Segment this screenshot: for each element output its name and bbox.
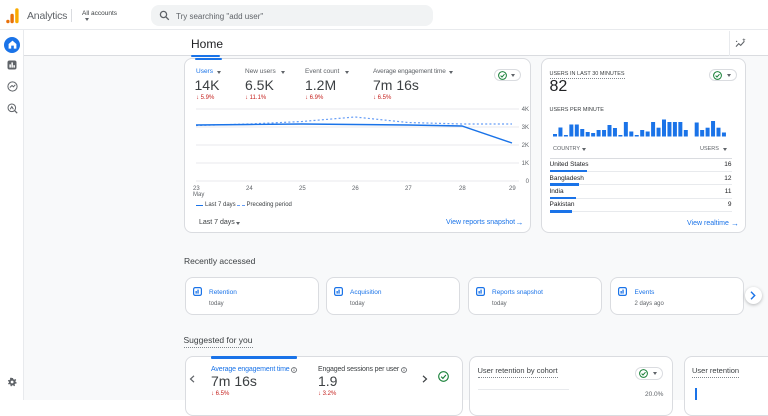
svg-text:2K: 2K	[522, 143, 529, 149]
svg-text:29: 29	[509, 186, 516, 192]
svg-text:1K: 1K	[522, 161, 529, 167]
svg-text:28: 28	[459, 186, 466, 192]
svg-text:26: 26	[352, 186, 359, 192]
svg-text:0: 0	[526, 179, 530, 185]
svg-text:May: May	[193, 192, 204, 198]
svg-text:25: 25	[299, 186, 306, 192]
svg-text:27: 27	[405, 186, 412, 192]
svg-text:24: 24	[246, 186, 253, 192]
svg-text:3K: 3K	[522, 125, 529, 131]
svg-text:4K: 4K	[522, 107, 529, 113]
